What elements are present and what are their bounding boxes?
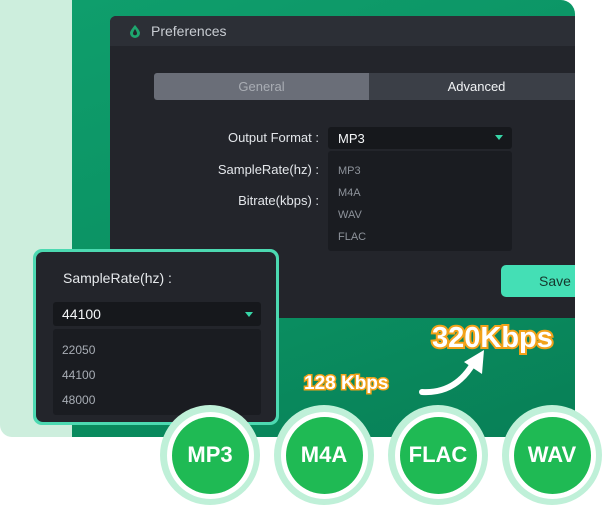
output-format-value: MP3: [338, 130, 365, 146]
caret-down-icon: [495, 135, 503, 140]
format-option-flac[interactable]: FLAC: [328, 226, 512, 248]
samplerate-option-44100[interactable]: 44100: [53, 362, 261, 387]
samplerate-dropdown: 22050 44100 48000: [53, 329, 261, 415]
format-badge-mp3: MP3: [160, 405, 260, 505]
output-format-dropdown: MP3 M4A WAV FLAC: [328, 151, 512, 251]
samplerate-value: 44100: [62, 306, 101, 322]
format-badge-flac: FLAC: [388, 405, 488, 505]
bitrate-label: Bitrate(kbps) :: [238, 193, 319, 208]
output-format-select[interactable]: MP3: [328, 127, 512, 149]
samplerate-card-label: SampleRate(hz) :: [63, 270, 172, 286]
format-badge-label: M4A: [285, 416, 363, 494]
save-button[interactable]: Save: [501, 265, 575, 297]
preferences-tabs: General Advanced: [154, 73, 575, 100]
format-option-mp3[interactable]: MP3: [328, 160, 512, 182]
curved-arrow-icon: [419, 350, 484, 396]
samplerate-card: SampleRate(hz) : 44100 22050 44100 48000: [33, 249, 279, 425]
window-title: Preferences: [151, 23, 227, 39]
tab-general[interactable]: General: [154, 73, 369, 100]
format-badge-m4a: M4A: [274, 405, 374, 505]
caret-down-icon: [245, 312, 253, 317]
samplerate-select[interactable]: 44100: [53, 302, 261, 326]
samplerate-option-22050[interactable]: 22050: [53, 337, 261, 362]
format-badge-label: WAV: [513, 416, 591, 494]
bitrate-to-label: 320Kbps: [430, 320, 555, 356]
format-option-m4a[interactable]: M4A: [328, 182, 512, 204]
format-option-wav[interactable]: WAV: [328, 204, 512, 226]
output-format-label: Output Format :: [227, 130, 319, 145]
drop-logo-icon: [130, 25, 140, 38]
bitrate-from-label: 128 Kbps: [302, 372, 390, 396]
format-badge-label: FLAC: [399, 416, 477, 494]
title-bar: Preferences: [110, 16, 575, 46]
tab-advanced[interactable]: Advanced: [369, 73, 575, 100]
samplerate-card-body: SampleRate(hz) : 44100 22050 44100 48000: [36, 252, 276, 422]
format-badge-wav: WAV: [502, 405, 602, 505]
sample-rate-label: SampleRate(hz) :: [217, 162, 319, 177]
format-badge-label: MP3: [171, 416, 249, 494]
